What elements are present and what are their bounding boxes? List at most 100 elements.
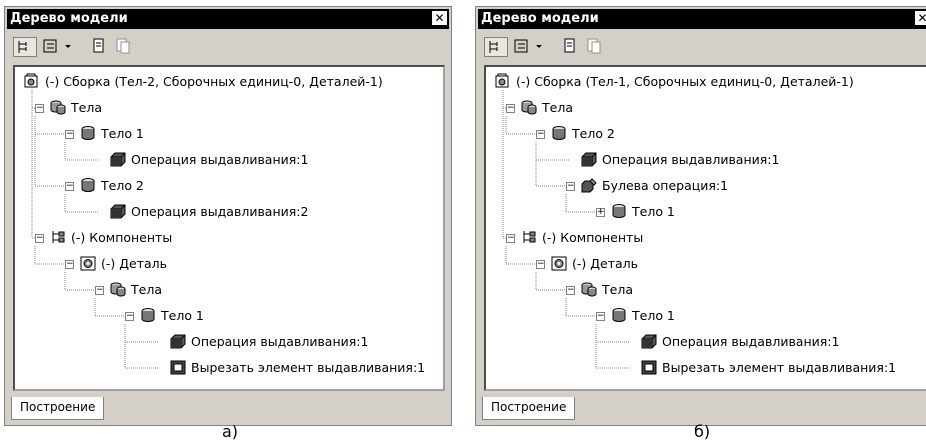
expand-icon[interactable]: + bbox=[596, 208, 605, 217]
caption-b: б) bbox=[694, 422, 711, 441]
panel-title-bar: Дерево модели ✕ bbox=[478, 9, 926, 29]
tab-strip: Построение bbox=[478, 395, 926, 423]
assembly-icon bbox=[494, 73, 512, 89]
tree-node-label: Операция выдавливания:1 bbox=[602, 152, 780, 167]
tree-node[interactable]: Тело 2 bbox=[79, 175, 144, 197]
body-icon bbox=[79, 125, 97, 141]
properties-icon[interactable] bbox=[560, 37, 580, 55]
tree-toolbar bbox=[478, 33, 926, 59]
body-icon bbox=[610, 307, 628, 323]
tree-node-label: Тела bbox=[131, 282, 162, 297]
collapse-icon[interactable]: − bbox=[95, 286, 104, 295]
tree-node[interactable]: Тело 1 bbox=[610, 305, 675, 327]
tree-node-label: Тело 1 bbox=[161, 308, 204, 323]
tree-node-label: Вырезать элемент выдавливания:1 bbox=[662, 360, 897, 375]
collapse-icon[interactable]: − bbox=[35, 234, 44, 243]
cut-extrude-icon bbox=[640, 359, 658, 375]
collapse-icon[interactable]: − bbox=[596, 312, 605, 321]
tree-node[interactable]: Вырезать элемент выдавливания:1 bbox=[169, 357, 425, 379]
tree-node-label: (-) Деталь bbox=[101, 256, 167, 271]
tree-node-label: Булева операция:1 bbox=[602, 178, 729, 193]
tree-view-icon[interactable] bbox=[13, 37, 37, 57]
tree-node-label: Операция выдавливания:1 bbox=[662, 334, 840, 349]
close-button[interactable]: ✕ bbox=[915, 11, 926, 25]
bodies-icon bbox=[580, 281, 598, 297]
body-icon bbox=[79, 177, 97, 193]
collapse-icon[interactable]: − bbox=[506, 234, 515, 243]
tree-node-label: Тело 1 bbox=[101, 126, 144, 141]
collapse-icon[interactable]: − bbox=[35, 104, 44, 113]
body-icon bbox=[550, 125, 568, 141]
tree-node-label: (-) Сборка (Тел-2, Сборочных единиц-0, Д… bbox=[45, 74, 383, 89]
collapse-icon[interactable]: − bbox=[506, 104, 515, 113]
bodies-icon bbox=[109, 281, 127, 297]
tree-node-label: (-) Деталь bbox=[572, 256, 638, 271]
tree-node-label: (-) Сборка (Тел-1, Сборочных единиц-0, Д… bbox=[516, 74, 854, 89]
bodies-icon bbox=[49, 99, 67, 115]
tree-node[interactable]: Тело 1 bbox=[610, 201, 675, 223]
tree-node[interactable]: Операция выдавливания:1 bbox=[109, 149, 308, 171]
tree-node[interactable]: Булева операция:1 bbox=[580, 175, 728, 197]
collapse-icon[interactable]: − bbox=[65, 260, 74, 269]
tree-node-label: Тела bbox=[602, 282, 633, 297]
tree-node-label: (-) Компоненты bbox=[71, 230, 173, 245]
collapse-icon[interactable]: − bbox=[566, 182, 575, 191]
close-button[interactable]: ✕ bbox=[432, 11, 447, 25]
tree-node[interactable]: (-) Сборка (Тел-2, Сборочных единиц-0, Д… bbox=[23, 71, 383, 93]
tree-node[interactable]: Тело 1 bbox=[79, 123, 144, 145]
copy-properties-icon[interactable] bbox=[584, 37, 604, 55]
assembly-icon bbox=[23, 73, 41, 89]
collapse-icon[interactable]: − bbox=[566, 286, 575, 295]
tree-node[interactable]: (-) Деталь bbox=[79, 253, 167, 275]
collapse-icon[interactable]: − bbox=[125, 312, 134, 321]
tree-node-label: Тела bbox=[71, 100, 102, 115]
part-icon bbox=[550, 255, 568, 271]
view-mode-icon[interactable] bbox=[41, 37, 79, 55]
tree-view[interactable]: (-) Сборка (Тел-1, Сборочных единиц-0, Д… bbox=[484, 65, 926, 391]
extrude-icon bbox=[109, 203, 127, 219]
bodies-icon bbox=[520, 99, 538, 115]
tree-node[interactable]: Тела bbox=[580, 279, 633, 301]
components-icon bbox=[520, 229, 538, 245]
tree-view-icon[interactable] bbox=[484, 37, 508, 57]
tab-build[interactable]: Построение bbox=[11, 397, 105, 420]
tab-build[interactable]: Построение bbox=[482, 397, 576, 420]
tree-node[interactable]: Операция выдавливания:2 bbox=[109, 201, 308, 223]
extrude-icon bbox=[580, 151, 598, 167]
tree-node[interactable]: Операция выдавливания:1 bbox=[640, 331, 839, 353]
part-icon bbox=[79, 255, 97, 271]
cut-extrude-icon bbox=[169, 359, 187, 375]
properties-icon[interactable] bbox=[89, 37, 109, 55]
tree-node[interactable]: Операция выдавливания:1 bbox=[169, 331, 368, 353]
body-icon bbox=[139, 307, 157, 323]
boolean-icon bbox=[580, 177, 598, 193]
tree-node[interactable]: (-) Деталь bbox=[550, 253, 638, 275]
tree-node[interactable]: Тела bbox=[520, 97, 573, 119]
collapse-icon[interactable]: − bbox=[536, 130, 545, 139]
tree-node[interactable]: (-) Сборка (Тел-1, Сборочных единиц-0, Д… bbox=[494, 71, 854, 93]
view-mode-icon[interactable] bbox=[512, 37, 550, 55]
tree-node[interactable]: Тела bbox=[109, 279, 162, 301]
tree-node-label: Вырезать элемент выдавливания:1 bbox=[191, 360, 426, 375]
tree-node[interactable]: Тело 2 bbox=[550, 123, 615, 145]
tree-node[interactable]: (-) Компоненты bbox=[49, 227, 172, 249]
model-tree-panel-b: Дерево модели ✕ (-) Сборка (Тел-1, Сборо… bbox=[475, 6, 926, 426]
extrude-icon bbox=[640, 333, 658, 349]
tree-node[interactable]: Операция выдавливания:1 bbox=[580, 149, 779, 171]
tree-node-label: Тело 2 bbox=[101, 178, 144, 193]
copy-properties-icon[interactable] bbox=[113, 37, 133, 55]
tree-node[interactable]: Вырезать элемент выдавливания:1 bbox=[640, 357, 896, 379]
caption-a: а) bbox=[222, 422, 239, 441]
collapse-icon[interactable]: − bbox=[65, 130, 74, 139]
tree-view[interactable]: (-) Сборка (Тел-2, Сборочных единиц-0, Д… bbox=[13, 65, 445, 391]
collapse-icon[interactable]: − bbox=[65, 182, 74, 191]
panel-title-bar: Дерево модели ✕ bbox=[7, 9, 449, 29]
tree-node[interactable]: Тело 1 bbox=[139, 305, 204, 327]
tree-node[interactable]: (-) Компоненты bbox=[520, 227, 643, 249]
collapse-icon[interactable]: − bbox=[536, 260, 545, 269]
tree-node-label: Тела bbox=[542, 100, 573, 115]
tree-node-label: Тело 1 bbox=[632, 308, 675, 323]
extrude-icon bbox=[169, 333, 187, 349]
panel-title: Дерево модели bbox=[481, 11, 599, 26]
tree-node[interactable]: Тела bbox=[49, 97, 102, 119]
